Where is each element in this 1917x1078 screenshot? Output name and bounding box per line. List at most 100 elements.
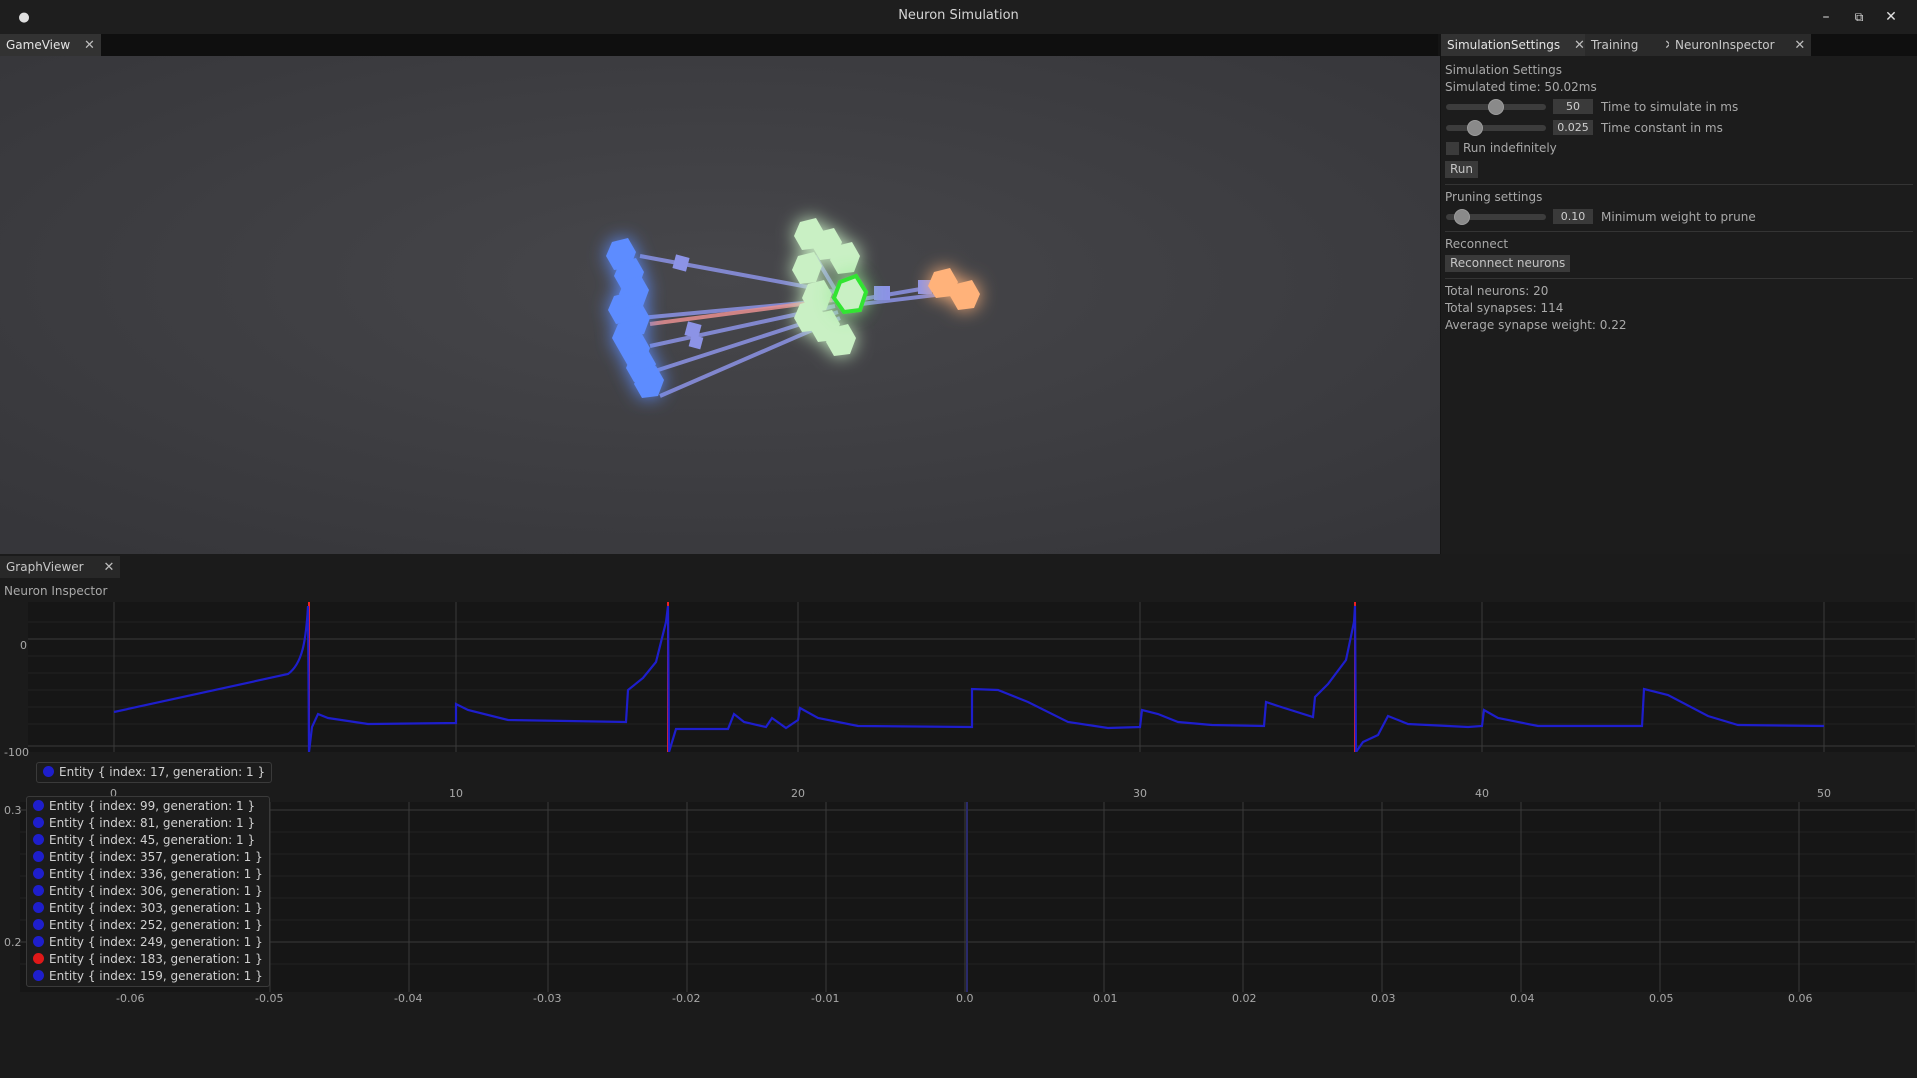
legend-label: Entity { index: 252, generation: 1 } [49,918,263,932]
tab-label: NeuronInspector [1675,38,1775,52]
close-window-icon[interactable]: ✕ [1877,6,1905,28]
min-weight-value[interactable]: 0.10 [1553,209,1593,224]
window-title: Neuron Simulation [898,8,1019,23]
legend-color-dot [33,936,44,947]
tab-neuron-inspector[interactable]: NeuronInspector ✕ [1669,34,1812,56]
y-tick: 0.3 [4,804,22,817]
legend-color-dot [33,953,44,964]
membrane-potential-plot[interactable] [28,602,1915,756]
legend-color-dot [33,817,44,828]
legend-color-dot [33,800,44,811]
legend-label: Entity { index: 249, generation: 1 } [49,935,263,949]
legend-item[interactable]: Entity { index: 303, generation: 1 } [33,900,263,917]
settings-heading: Simulation Settings [1445,63,1562,77]
graph-viewer-panel: GraphViewer ✕ Neuron Inspector 0 -100 0 … [0,556,1917,1078]
legend-label: Entity { index: 303, generation: 1 } [49,901,263,915]
spike-markers [308,602,1356,752]
x-tick: -0.06 [116,992,145,1005]
selected-neuron[interactable] [831,273,869,315]
divider [1445,278,1913,279]
x-tick: 0.04 [1510,992,1535,1005]
x-tick: -0.03 [533,992,562,1005]
legend-color-dot [33,868,44,879]
neuron-scene [0,56,1440,554]
time-to-simulate-label: Time to simulate in ms [1601,100,1739,114]
legend-item[interactable]: Entity { index: 357, generation: 1 } [33,849,263,866]
tab-label: Training [1591,38,1639,52]
slider-knob[interactable] [1467,120,1483,136]
legend-color-dot [33,885,44,896]
legend-item[interactable]: Entity { index: 252, generation: 1 } [33,917,263,934]
time-to-simulate-slider[interactable] [1446,99,1546,115]
y-tick-neg100: -100 [4,746,29,759]
legend-label: Entity { index: 306, generation: 1 } [49,884,263,898]
min-weight-label: Minimum weight to prune [1601,210,1756,224]
tab-graphviewer[interactable]: GraphViewer ✕ [0,556,121,578]
membrane-plot-svg [28,602,1915,756]
slider-knob[interactable] [1454,209,1470,225]
legend-color-dot [43,766,54,777]
x-tick: 10 [449,787,463,800]
synapse-weight-plot[interactable] [20,802,1915,992]
y-tick: 0.2 [4,936,22,949]
close-icon[interactable]: ✕ [84,38,95,53]
legend-label: Entity { index: 159, generation: 1 } [49,969,263,983]
time-constant-label: Time constant in ms [1601,121,1723,135]
legend-item[interactable]: Entity { index: 99, generation: 1 } [33,798,263,815]
legend-item[interactable]: Entity { index: 183, generation: 1 } [33,951,263,968]
legend-label: Entity { index: 99, generation: 1 } [49,799,256,813]
graph-tabbar: GraphViewer ✕ [0,556,1917,578]
close-icon[interactable]: ✕ [1794,38,1805,53]
legend-item[interactable]: Entity { index: 159, generation: 1 } [33,968,263,985]
simulated-time: Simulated time: 50.02ms [1445,80,1597,94]
title-bar: ● Neuron Simulation – ⧉ ✕ [0,0,1917,34]
slider-knob[interactable] [1488,99,1504,115]
x-tick: -0.04 [394,992,423,1005]
legend-color-dot [33,970,44,981]
legend-label: Entity { index: 17, generation: 1 } [59,765,266,779]
time-constant-slider[interactable] [1446,120,1546,136]
x-tick: 30 [1133,787,1147,800]
x-tick: 0.06 [1788,992,1813,1005]
time-to-simulate-value[interactable]: 50 [1553,99,1593,114]
legend-label: Entity { index: 45, generation: 1 } [49,833,256,847]
close-icon[interactable]: ✕ [1574,38,1585,53]
legend-item[interactable]: Entity { index: 81, generation: 1 } [33,815,263,832]
run-button[interactable]: Run [1445,161,1479,178]
divider [1445,231,1913,232]
membrane-legend: Entity { index: 17, generation: 1 } [36,762,273,783]
weight-plot-svg [20,802,1915,992]
legend-label: Entity { index: 357, generation: 1 } [49,850,263,864]
tab-gameview[interactable]: GameView ✕ [0,34,101,56]
tab-label: SimulationSettings [1447,38,1561,52]
membrane-trace [113,605,1825,756]
x-tick: 0.03 [1371,992,1396,1005]
close-icon[interactable]: ✕ [103,560,114,575]
reconnect-neurons-button[interactable]: Reconnect neurons [1445,255,1571,272]
minimize-icon[interactable]: – [1812,6,1840,28]
scene-background [0,56,1440,554]
tab-simulation-settings[interactable]: SimulationSettings ✕ [1441,34,1591,56]
legend-item[interactable]: Entity { index: 336, generation: 1 } [33,866,263,883]
legend-color-dot [33,919,44,930]
gameview-tabbar: GameView ✕ [0,34,1438,56]
legend-item[interactable]: Entity { index: 17, generation: 1 } [43,764,265,781]
x-tick: 20 [791,787,805,800]
run-indefinitely-checkbox[interactable] [1446,142,1459,155]
legend-item[interactable]: Entity { index: 249, generation: 1 } [33,934,263,951]
total-synapses: Total synapses: 114 [1445,301,1564,315]
pruning-heading: Pruning settings [1445,190,1543,204]
time-constant-value[interactable]: 0.025 [1553,120,1593,135]
maximize-icon[interactable]: ⧉ [1845,6,1873,28]
legend-item[interactable]: Entity { index: 306, generation: 1 } [33,883,263,900]
x-tick: 40 [1475,787,1489,800]
average-synapse-weight: Average synapse weight: 0.22 [1445,318,1627,332]
tab-training[interactable]: Training ✕ [1585,34,1682,56]
legend-color-dot [33,834,44,845]
min-weight-slider[interactable] [1446,209,1546,225]
legend-item[interactable]: Entity { index: 45, generation: 1 } [33,832,263,849]
x-tick: 50 [1817,787,1831,800]
legend-label: Entity { index: 81, generation: 1 } [49,816,256,830]
reconnect-heading: Reconnect [1445,237,1509,251]
game-view-viewport[interactable] [0,56,1440,554]
